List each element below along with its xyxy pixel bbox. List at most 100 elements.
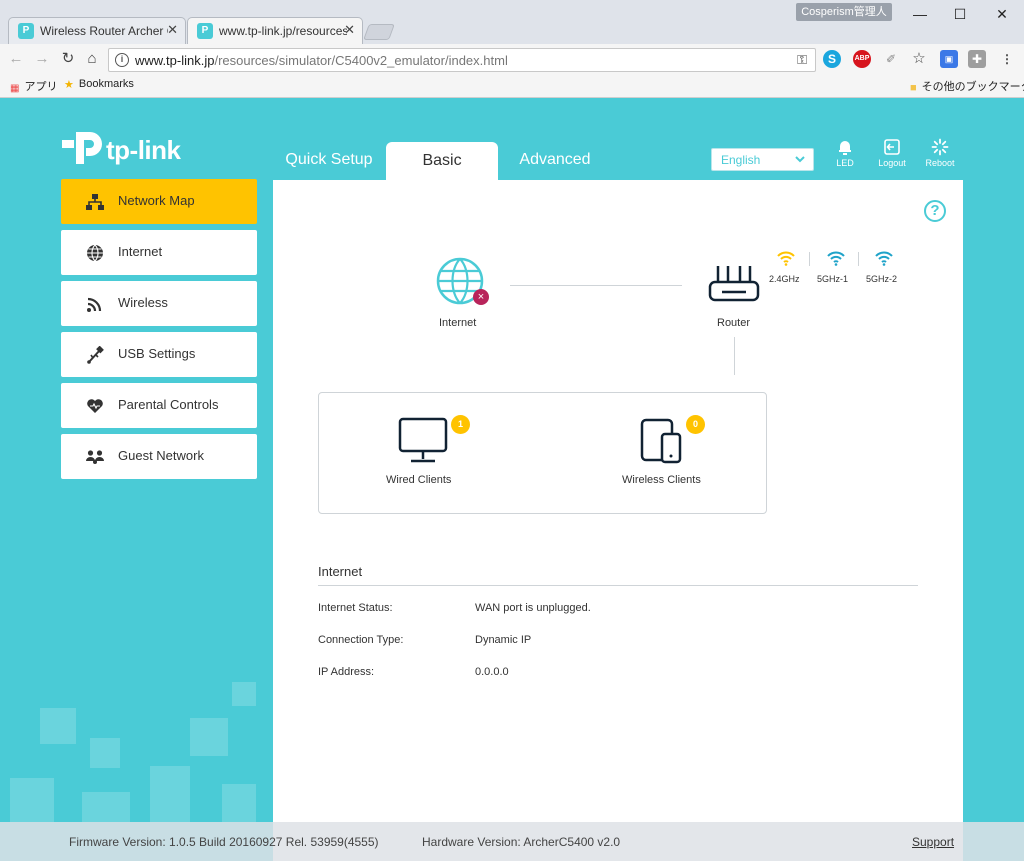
decor-square	[82, 792, 130, 822]
tp-link-favicon-icon: P	[197, 23, 213, 39]
puzzle-icon[interactable]: ✚	[968, 50, 986, 68]
reboot-icon	[931, 138, 949, 156]
sidebar-item-internet[interactable]: Internet	[61, 230, 257, 275]
sidebar-item-wireless[interactable]: Wireless	[61, 281, 257, 326]
minimize-icon[interactable]: —	[906, 4, 934, 24]
decor-square	[190, 718, 228, 756]
sidebar-item-guest-network[interactable]: Guest Network	[61, 434, 257, 479]
footer: Firmware Version: 1.0.5 Build 20160927 R…	[0, 822, 1024, 861]
ip-address-label: IP Address:	[318, 666, 375, 678]
back-icon[interactable]: ←	[6, 49, 26, 69]
reload-icon[interactable]: ↻	[58, 49, 78, 69]
wireless-clients-device-icon[interactable]	[640, 418, 686, 466]
heart-icon	[87, 399, 103, 413]
reboot-button[interactable]: Reboot	[918, 138, 962, 172]
connection-line	[510, 285, 682, 286]
other-bookmarks-label: その他のブックマーク	[921, 81, 1024, 93]
led-bulb-icon	[839, 141, 851, 155]
apps-label: アプリ	[24, 81, 58, 93]
maximize-icon[interactable]: ☐	[946, 4, 974, 24]
logout-button[interactable]: Logout	[870, 138, 914, 172]
bookmark-star-icon[interactable]: ☆	[910, 50, 928, 68]
internet-node-label: Internet	[439, 317, 477, 329]
forward-icon[interactable]: →	[32, 49, 52, 69]
ip-address-value: 0.0.0.0	[475, 666, 509, 678]
wired-clients-monitor-icon[interactable]	[398, 417, 448, 465]
info-icon[interactable]: i	[115, 53, 129, 67]
extension-icon[interactable]: ▣	[940, 50, 958, 68]
wireless-clients-label[interactable]: Wireless Clients	[622, 474, 701, 486]
band-label: 5GHz-2	[866, 274, 898, 284]
other-bookmarks[interactable]: ■ その他のブックマーク	[910, 78, 1024, 94]
logout-label: Logout	[878, 158, 906, 168]
language-select[interactable]: English	[711, 148, 814, 171]
wifi-5ghz-2-icon[interactable]	[874, 250, 894, 266]
new-tab-button[interactable]	[363, 24, 395, 40]
help-icon[interactable]: ?	[924, 200, 946, 222]
internet-status-label: Internet Status:	[318, 602, 393, 614]
sidebar-item-label: Network Map	[118, 193, 195, 208]
wifi-5ghz-1-icon[interactable]	[826, 250, 846, 266]
close-window-icon[interactable]: ✕	[988, 4, 1016, 24]
wired-clients-count-badge: 1	[451, 415, 470, 434]
network-map-icon	[86, 194, 104, 210]
chevron-down-icon	[795, 156, 805, 163]
internet-section-title: Internet	[318, 564, 363, 579]
sidebar-item-label: Wireless	[118, 295, 168, 310]
logout-icon	[884, 139, 900, 155]
decor-square	[40, 708, 76, 744]
sidebar-item-network-map[interactable]: Network Map	[61, 179, 257, 224]
bookmarks-label: Bookmarks	[78, 78, 134, 90]
key-icon[interactable]: ⚿	[797, 52, 807, 68]
close-tab-icon[interactable]: ✕	[167, 22, 178, 38]
url-host: www.tp-link.jp	[135, 53, 215, 68]
bookmarks-bar: ▦ アプリ ★ Bookmarks ■ その他のブックマーク	[0, 74, 1024, 98]
apps-bookmark[interactable]: ▦ アプリ	[10, 78, 57, 94]
wireless-clients-count-badge: 0	[686, 415, 705, 434]
decor-square	[90, 738, 120, 768]
band-label: 2.4GHz	[769, 274, 800, 284]
adblock-icon[interactable]: ABP	[853, 50, 871, 68]
reboot-label: Reboot	[925, 158, 955, 168]
url-path: /resources/simulator/C5400v2_emulator/in…	[214, 53, 508, 68]
support-link[interactable]: Support	[912, 835, 954, 849]
band-divider	[809, 252, 810, 266]
browser-tab[interactable]: P Wireless Router Archer C ✕	[8, 17, 186, 44]
bookmarks-folder[interactable]: ★ Bookmarks	[64, 78, 134, 91]
tab-basic[interactable]: Basic	[386, 142, 498, 180]
apps-grid-icon: ▦	[10, 83, 20, 94]
brand-name: tp-link	[106, 135, 181, 165]
wired-clients-label[interactable]: Wired Clients	[386, 474, 451, 486]
tab-quick-setup[interactable]: Quick Setup	[280, 141, 378, 179]
internet-status-value: WAN port is unplugged.	[475, 602, 591, 614]
browser-toolbar: ← → ↻ ⌂ i www.tp-link.jp/resources/simul…	[0, 44, 1024, 74]
sidebar-item-usb-settings[interactable]: USB Settings	[61, 332, 257, 377]
router-icon[interactable]	[708, 264, 760, 304]
url-text: www.tp-link.jp/resources/simulator/C5400…	[135, 53, 508, 68]
browser-tab-active[interactable]: P www.tp-link.jp/resources ✕	[187, 17, 363, 44]
disconnected-icon: ×	[473, 289, 489, 305]
wifi-24ghz-icon[interactable]	[776, 250, 796, 266]
decor-square	[10, 778, 54, 822]
connection-line	[734, 337, 735, 375]
hardware-version: Hardware Version: ArcherC5400 v2.0	[422, 835, 621, 849]
sidebar-item-parental-controls[interactable]: Parental Controls	[61, 383, 257, 428]
tab-advanced[interactable]: Advanced	[507, 141, 603, 179]
close-tab-icon[interactable]: ✕	[344, 22, 355, 38]
eyedropper-icon[interactable]: ✐	[882, 50, 900, 68]
browser-titlebar: P Wireless Router Archer C ✕ P www.tp-li…	[0, 0, 1024, 44]
connection-type-label: Connection Type:	[318, 634, 404, 646]
menu-icon[interactable]: ⋮	[998, 50, 1016, 68]
tab-title: Wireless Router Archer C	[40, 24, 168, 38]
led-button[interactable]: LED	[823, 138, 867, 172]
guest-icon	[86, 450, 104, 464]
home-icon[interactable]: ⌂	[82, 49, 102, 69]
tab-title: www.tp-link.jp/resources	[219, 24, 347, 38]
firmware-version: Firmware Version: 1.0.5 Build 20160927 R…	[69, 835, 379, 849]
globe-icon	[87, 244, 103, 262]
address-bar[interactable]: i www.tp-link.jp/resources/simulator/C54…	[108, 48, 816, 72]
skype-icon[interactable]: S	[823, 50, 841, 68]
band-divider	[858, 252, 859, 266]
profile-name[interactable]: Cosperism管理人	[796, 3, 892, 21]
tp-link-logo-icon	[62, 132, 102, 164]
